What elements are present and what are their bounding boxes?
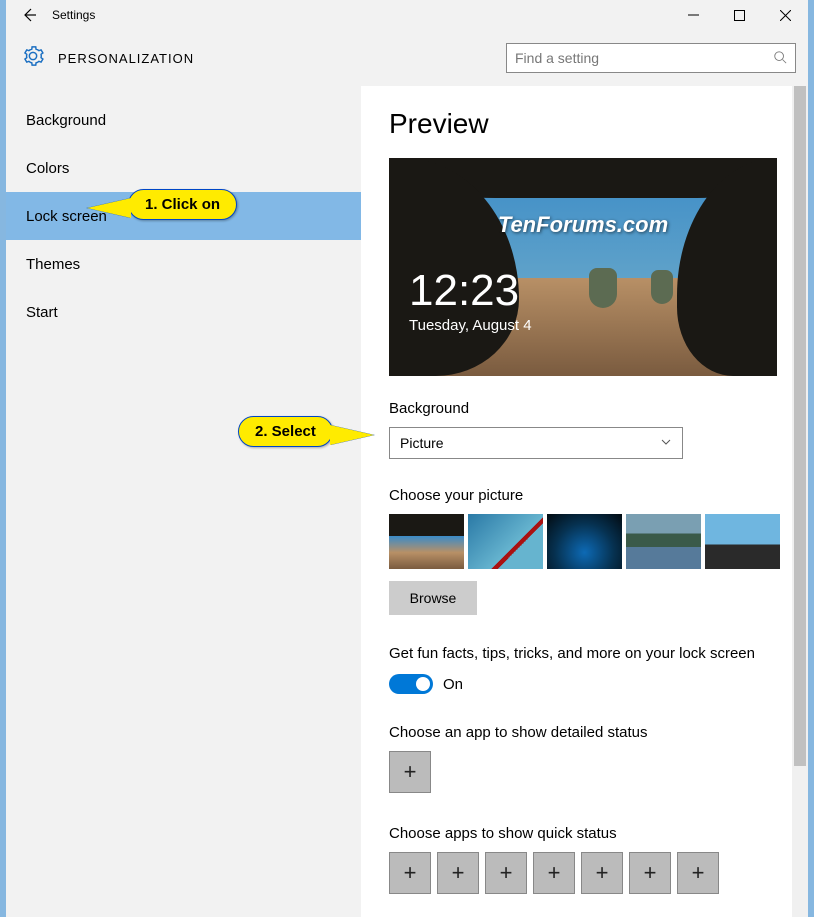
quick-status-row: + + + + + + + <box>389 852 780 894</box>
tips-label: Get fun facts, tips, tricks, and more on… <box>389 645 780 662</box>
plus-icon: + <box>596 860 609 886</box>
sidebar-item-label: Background <box>26 112 106 129</box>
gear-icon <box>22 45 44 72</box>
background-dropdown[interactable]: Picture <box>389 427 683 459</box>
plus-icon: + <box>500 860 513 886</box>
picture-thumb-5[interactable] <box>705 514 780 569</box>
header: PERSONALIZATION <box>6 30 808 86</box>
quick-status-app-slot[interactable]: + <box>437 852 479 894</box>
sidebar-item-themes[interactable]: Themes <box>6 240 361 288</box>
sidebar-item-label: Colors <box>26 160 69 177</box>
quick-status-app-slot[interactable]: + <box>581 852 623 894</box>
tips-toggle-row: On <box>389 674 780 694</box>
detailed-status-app-slot[interactable]: + <box>389 751 431 793</box>
maximize-icon <box>734 10 745 21</box>
sidebar-item-colors[interactable]: Colors <box>6 144 361 192</box>
maximize-button[interactable] <box>716 0 762 30</box>
annotation-callout-2: 2. Select <box>238 416 333 447</box>
search-input[interactable] <box>515 50 773 66</box>
plus-icon: + <box>452 860 465 886</box>
watermark-text: TenForums.com <box>389 212 777 238</box>
plus-icon: + <box>404 759 417 785</box>
plus-icon: + <box>548 860 561 886</box>
picture-thumb-4[interactable] <box>626 514 701 569</box>
plus-icon: + <box>404 860 417 886</box>
preview-heading: Preview <box>389 108 780 140</box>
minimize-icon <box>688 10 699 21</box>
tips-toggle-state: On <box>443 676 463 693</box>
browse-button[interactable]: Browse <box>389 581 477 615</box>
chevron-down-icon <box>660 435 672 451</box>
search-box[interactable] <box>506 43 796 73</box>
detailed-status-label: Choose an app to show detailed status <box>389 724 780 741</box>
quick-status-app-slot[interactable]: + <box>677 852 719 894</box>
quick-status-app-slot[interactable]: + <box>533 852 575 894</box>
annotation-callout-1: 1. Click on <box>128 189 237 220</box>
picture-thumb-1[interactable] <box>389 514 464 569</box>
clock-date: Tuesday, August 4 <box>409 317 532 334</box>
scrollbar-thumb[interactable] <box>794 86 806 766</box>
minimize-button[interactable] <box>670 0 716 30</box>
callout-text: 1. Click on <box>145 196 220 213</box>
quick-status-label: Choose apps to show quick status <box>389 825 780 842</box>
lock-screen-preview: TenForums.com 12:23 Tuesday, August 4 <box>389 158 777 376</box>
back-button[interactable] <box>6 0 52 30</box>
picture-thumb-2[interactable] <box>468 514 543 569</box>
arrow-left-icon <box>21 7 37 23</box>
sidebar-item-label: Themes <box>26 256 80 273</box>
window-title: Settings <box>52 8 95 22</box>
tips-toggle[interactable] <box>389 674 433 694</box>
plus-icon: + <box>644 860 657 886</box>
choose-picture-label: Choose your picture <box>389 487 780 504</box>
quick-status-app-slot[interactable]: + <box>485 852 527 894</box>
vertical-scrollbar[interactable] <box>792 86 808 917</box>
sidebar-item-label: Start <box>26 304 58 321</box>
quick-status-app-slot[interactable]: + <box>389 852 431 894</box>
background-label: Background <box>389 400 780 417</box>
clock: 12:23 Tuesday, August 4 <box>409 269 532 334</box>
titlebar: Settings <box>6 0 808 30</box>
clock-time: 12:23 <box>409 269 532 313</box>
settings-window: Settings PERSONALIZATION Background Colo… <box>6 0 808 917</box>
search-icon <box>773 50 787 67</box>
picture-thumb-3[interactable] <box>547 514 622 569</box>
plus-icon: + <box>692 860 705 886</box>
page-category: PERSONALIZATION <box>58 51 194 66</box>
quick-status-app-slot[interactable]: + <box>629 852 671 894</box>
main-panel: Preview TenForums.com 12:23 Tuesday, Aug… <box>361 86 808 917</box>
close-button[interactable] <box>762 0 808 30</box>
picture-thumbnails <box>389 514 780 569</box>
sidebar-item-background[interactable]: Background <box>6 96 361 144</box>
close-icon <box>780 10 791 21</box>
sidebar-item-start[interactable]: Start <box>6 288 361 336</box>
dropdown-value: Picture <box>400 435 444 451</box>
callout-text: 2. Select <box>255 423 316 440</box>
